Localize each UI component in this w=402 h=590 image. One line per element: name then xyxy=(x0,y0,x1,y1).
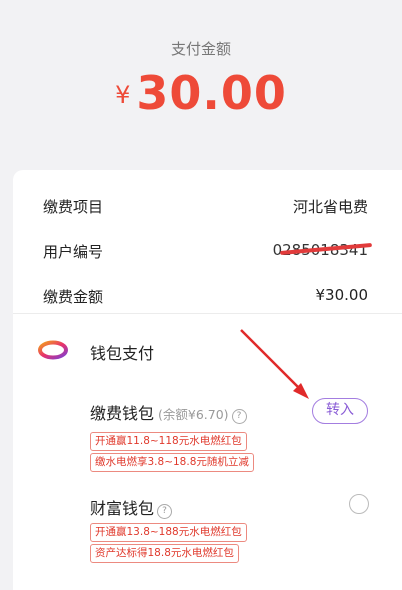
promo-tag: 开通赢11.8~118元水电燃红包 xyxy=(90,432,247,451)
wallet-pay-title: 钱包支付 xyxy=(90,344,155,363)
fee-wallet-title: 缴费钱包 (余额¥6.70)? xyxy=(90,400,247,424)
project-value: 河北省电费 xyxy=(292,198,368,216)
payment-card: 缴费项目 河北省电费 用户编号 0285018341 缴费金额 ¥30.00 钱… xyxy=(13,170,402,590)
divider xyxy=(13,313,402,314)
wealth-wallet-radio[interactable] xyxy=(349,494,369,514)
promo-tag: 开通赢13.8~188元水电燃红包 xyxy=(90,523,247,542)
project-label: 缴费项目 xyxy=(43,198,104,216)
promo-tag: 资产达标得18.8元水电燃红包 xyxy=(90,544,239,563)
fee-label: 缴费金额 xyxy=(43,288,104,306)
wallet-logo-icon xyxy=(38,340,68,360)
payment-amount: ¥30.00 xyxy=(0,66,402,120)
wealth-wallet-title: 财富钱包? xyxy=(90,495,173,519)
currency-symbol: ¥ xyxy=(115,81,131,109)
fee-value: ¥30.00 xyxy=(315,286,369,304)
fee-wallet-name: 缴费钱包 xyxy=(90,404,155,423)
help-icon[interactable]: ? xyxy=(157,504,173,519)
payment-title: 支付金额 xyxy=(170,40,231,58)
help-icon[interactable]: ? xyxy=(231,409,247,424)
promo-tag: 缴水电燃享3.8~18.8元随机立减 xyxy=(90,453,254,472)
user-id-label: 用户编号 xyxy=(43,243,104,261)
wealth-wallet-name: 财富钱包 xyxy=(90,499,155,518)
fee-wallet-balance: (余额¥6.70) xyxy=(158,407,229,422)
amount-value: 30.00 xyxy=(136,66,287,120)
transfer-in-button[interactable]: 转入 xyxy=(312,398,368,424)
